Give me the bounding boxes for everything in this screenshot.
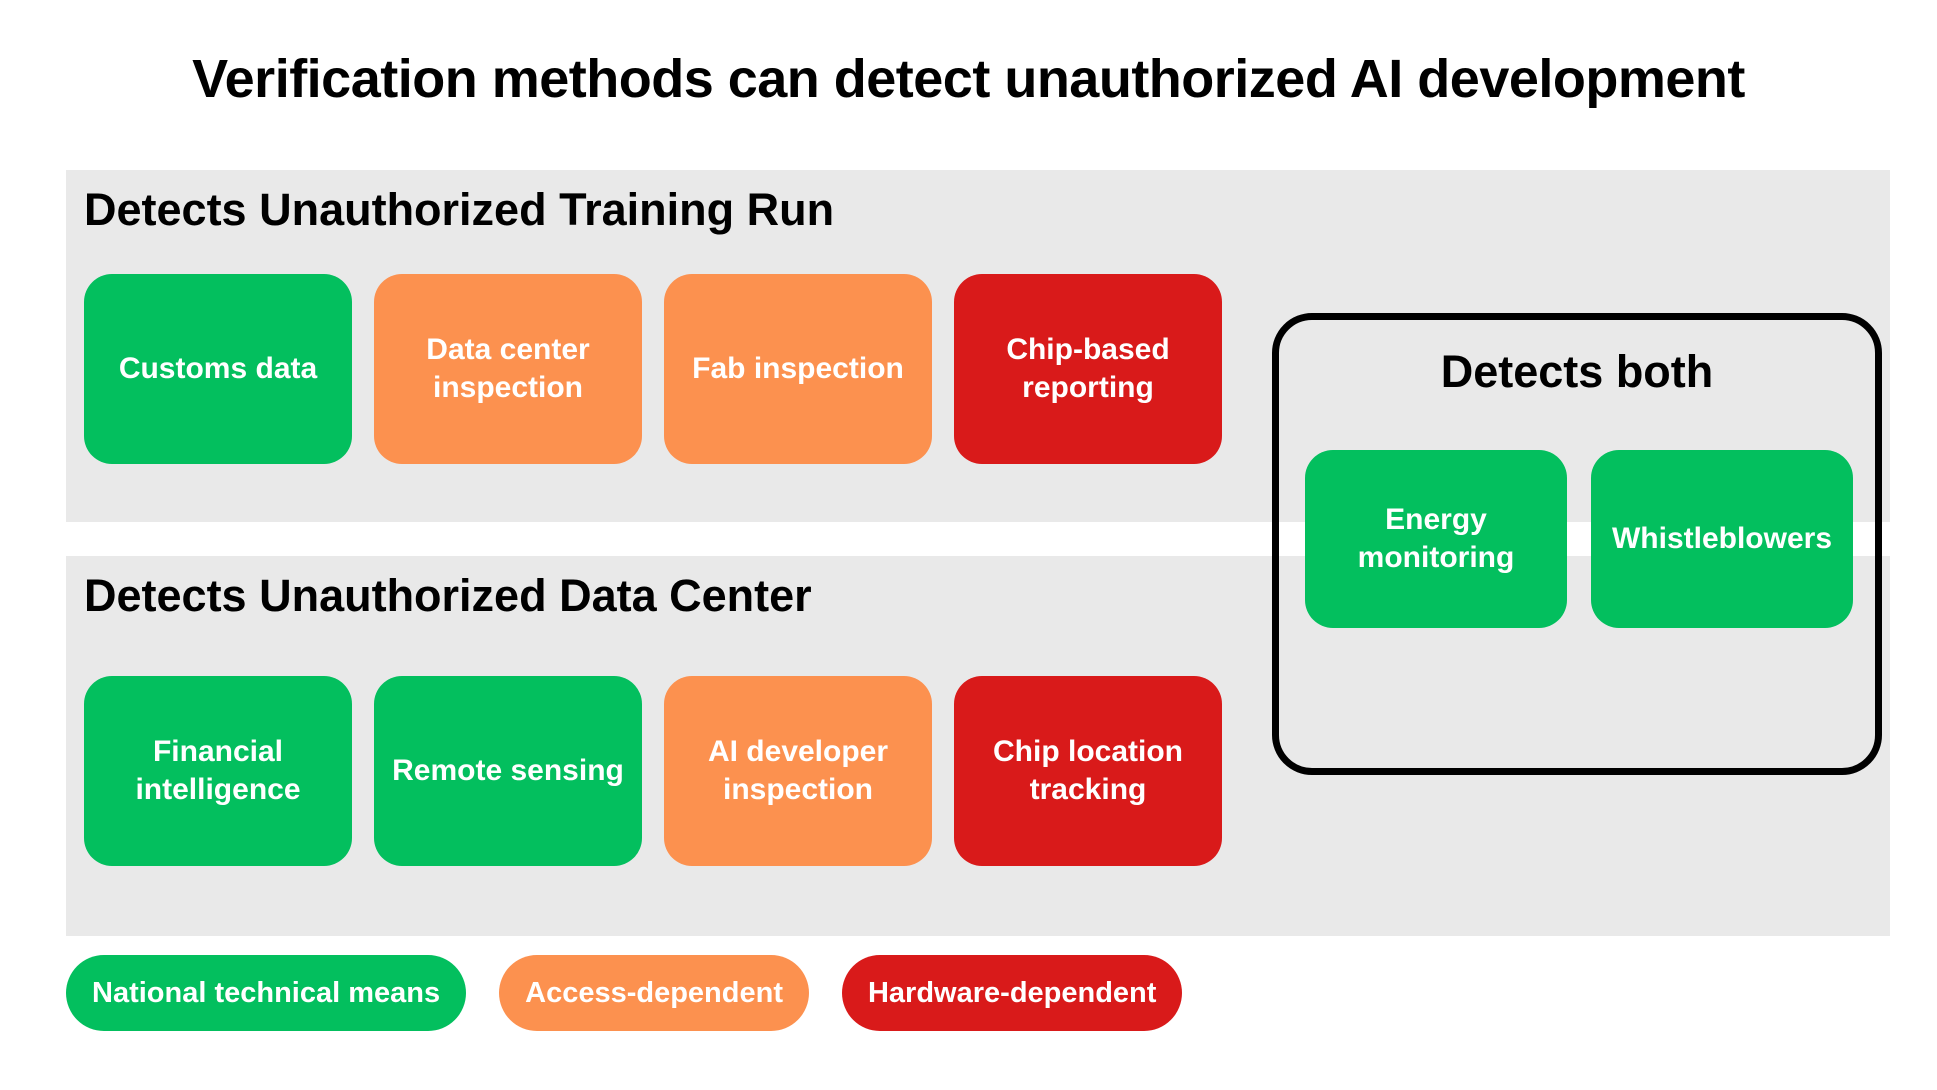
detects-both-box: Detects both Energy monitoring Whistlebl… bbox=[1272, 313, 1882, 775]
legend-item-hardware-dependent[interactable]: Hardware-dependent bbox=[841, 955, 1183, 1031]
method-card-customs-data[interactable]: Customs data bbox=[84, 274, 352, 464]
card-row-training-run: Customs data Data center inspection Fab … bbox=[84, 274, 1222, 464]
method-card-data-center-inspection[interactable]: Data center inspection bbox=[374, 274, 642, 464]
method-card-chip-based-reporting[interactable]: Chip-based reporting bbox=[954, 274, 1222, 464]
method-card-whistleblowers[interactable]: Whistleblowers bbox=[1591, 450, 1853, 628]
legend: National technical means Access-dependen… bbox=[66, 955, 1183, 1031]
card-row-data-center: Financial intelligence Remote sensing AI… bbox=[84, 676, 1222, 866]
method-card-energy-monitoring[interactable]: Energy monitoring bbox=[1305, 450, 1567, 628]
method-card-financial-intelligence[interactable]: Financial intelligence bbox=[84, 676, 352, 866]
legend-item-access-dependent[interactable]: Access-dependent bbox=[499, 955, 809, 1031]
legend-item-national-technical-means[interactable]: National technical means bbox=[66, 955, 467, 1031]
detects-both-heading: Detects both bbox=[1440, 346, 1714, 397]
method-card-fab-inspection[interactable]: Fab inspection bbox=[664, 274, 932, 464]
method-card-ai-developer-inspection[interactable]: AI developer inspection bbox=[664, 676, 932, 866]
page-title: Verification methods can detect unauthor… bbox=[192, 49, 1745, 109]
method-card-chip-location-tracking[interactable]: Chip location tracking bbox=[954, 676, 1222, 866]
card-row-detects-both: Energy monitoring Whistleblowers bbox=[1305, 450, 1853, 628]
panel-heading-data-center: Detects Unauthorized Data Center bbox=[84, 570, 812, 621]
method-card-remote-sensing[interactable]: Remote sensing bbox=[374, 676, 642, 866]
panel-heading-training-run: Detects Unauthorized Training Run bbox=[84, 184, 835, 235]
